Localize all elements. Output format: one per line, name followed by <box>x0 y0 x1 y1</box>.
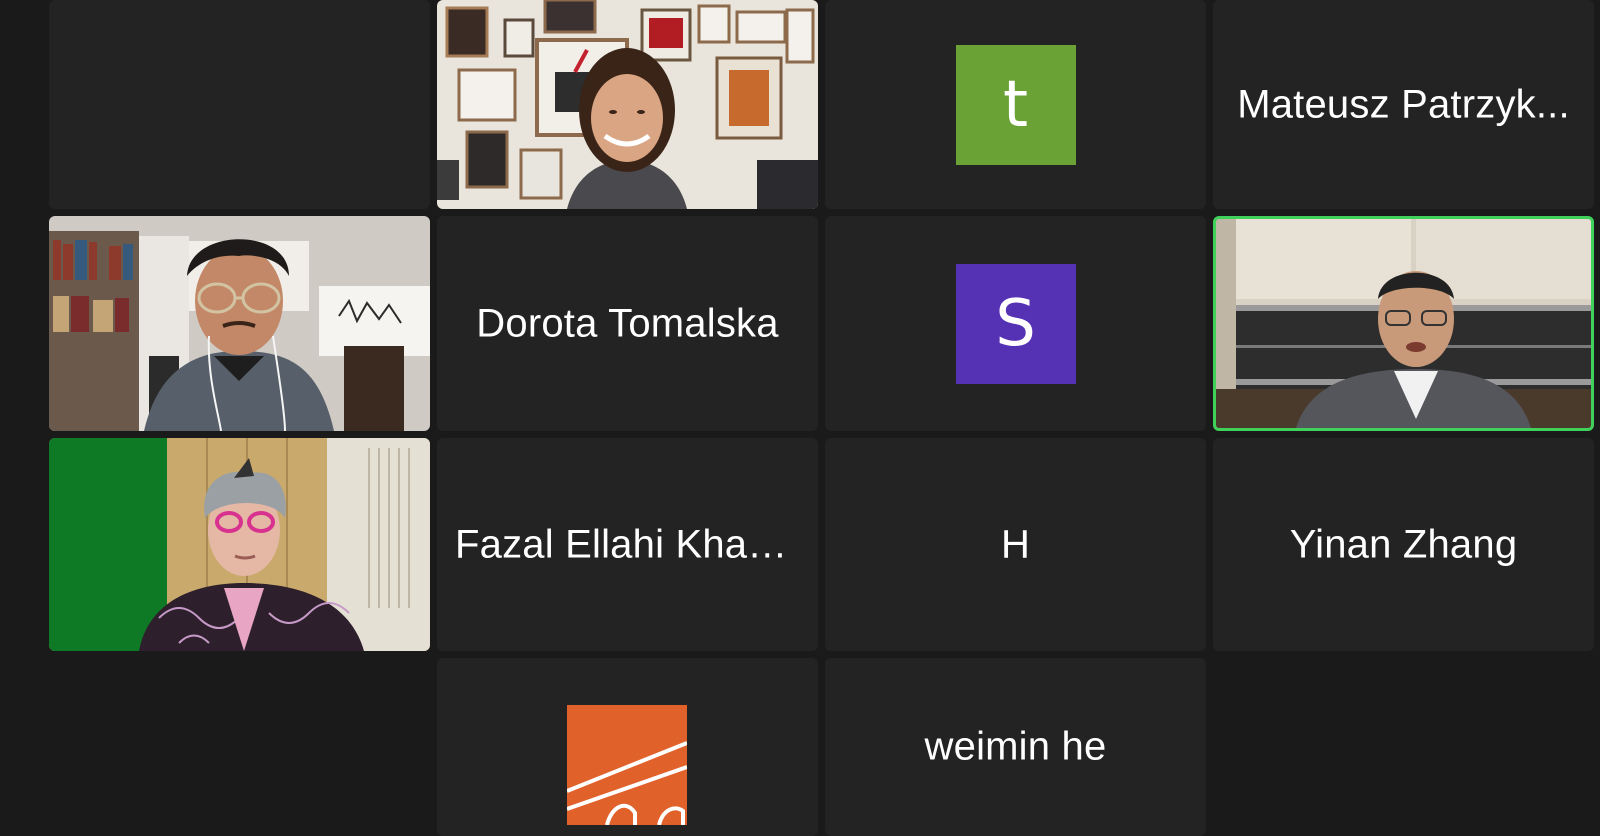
participant-name: H <box>1000 522 1031 566</box>
participant-tile-avatar-s[interactable]: S <box>825 216 1206 431</box>
participant-name: Dorota Tomalska <box>476 301 779 345</box>
avatar-letter: t <box>1002 67 1029 142</box>
participant-name: Yinan Zhang <box>1289 522 1518 566</box>
avatar-letter: S <box>995 286 1036 361</box>
participant-video-feed <box>1216 219 1591 428</box>
participant-avatar: t <box>955 44 1076 165</box>
participant-tile-video-man-glasses[interactable] <box>49 216 430 431</box>
participant-video-feed <box>437 0 818 209</box>
participant-tile-logo[interactable] <box>437 658 818 836</box>
participant-name: Fazal Ellahi Khan... <box>455 522 804 566</box>
participant-name: Mateusz Patrzyk... <box>1237 82 1570 126</box>
participant-logo-icon <box>566 705 688 826</box>
participant-tile-empty <box>49 0 430 209</box>
participant-tile-avatar-t[interactable]: t <box>825 0 1206 209</box>
participant-tile-video-woman[interactable] <box>437 0 818 209</box>
participant-name: weimin he <box>924 724 1107 769</box>
participant-tile-name[interactable]: Yinan Zhang <box>1213 438 1594 651</box>
participant-tile-video-woman-pink-glasses[interactable] <box>49 438 430 651</box>
participant-tile-name[interactable]: Fazal Ellahi Khan... <box>437 438 818 651</box>
participant-tile-name[interactable]: Dorota Tomalska <box>437 216 818 431</box>
participant-tile-name[interactable]: H <box>825 438 1206 651</box>
participant-video-feed <box>49 216 430 431</box>
participant-tile-video-active-speaker[interactable] <box>1213 216 1594 431</box>
participant-video-feed <box>49 438 430 651</box>
participant-tile-name[interactable]: Mateusz Patrzyk... <box>1213 0 1594 209</box>
participant-tile-name[interactable]: weimin he <box>825 658 1206 836</box>
video-gallery: t Mateusz Patrzyk... Dorota Tomalska S F… <box>0 0 1600 836</box>
participant-avatar: S <box>955 263 1076 384</box>
